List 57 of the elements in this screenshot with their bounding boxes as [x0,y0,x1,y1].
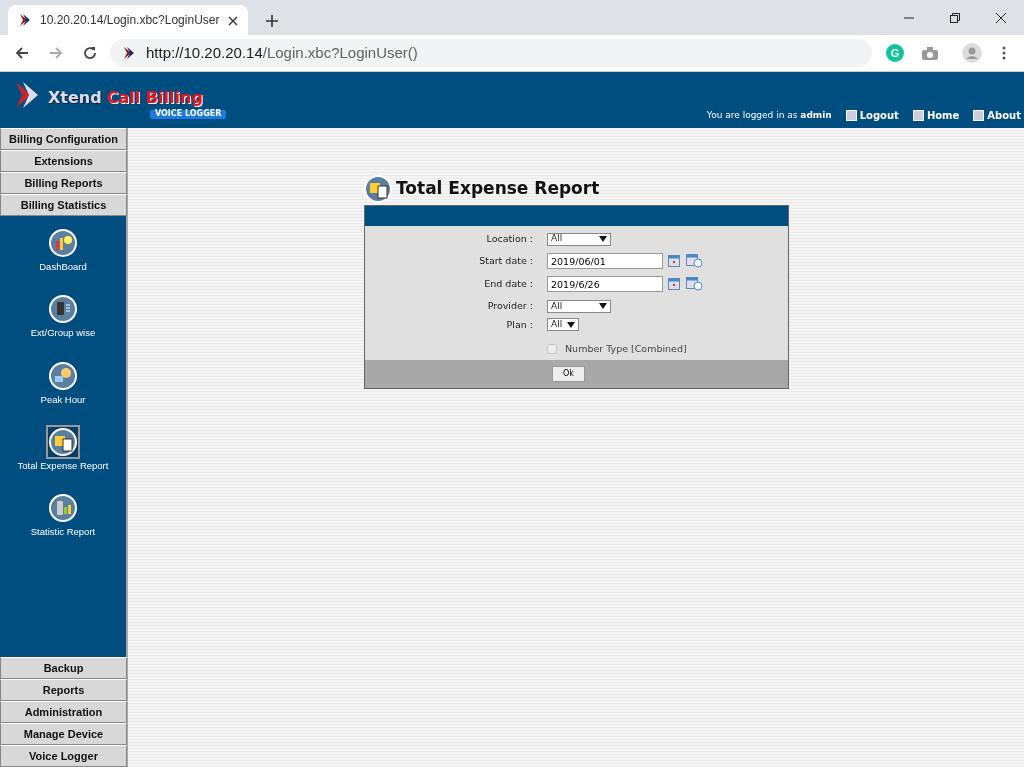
sidebar-item[interactable]: Statistic Report [30,491,96,540]
browser-tab[interactable]: 10.20.20.14/Login.xbc?LoginUser [8,5,248,35]
calendar-clock-icon[interactable] [686,277,703,292]
checkbox-label: Number Type [Combined] [565,341,687,356]
camera-icon[interactable] [922,46,938,60]
header-link[interactable]: Logout [845,108,899,123]
field-label: Plan : [505,317,534,332]
menu-button[interactable]: Billing Configuration [0,128,127,150]
dropdown[interactable]: All [547,299,611,313]
logo-text: Xtend [48,88,102,107]
page-title: Total Expense Report [396,177,600,201]
field-label: End date : [483,277,534,292]
sidebar-item[interactable]: Ext/Group wise [30,292,96,341]
menu-button[interactable]: Billing Statistics [0,194,127,216]
address-bar[interactable]: http://10.20.20.14/Login.xbc?LoginUser() [110,39,872,67]
field-label: Location : [485,232,534,246]
menu-button[interactable]: Voice Logger [0,745,127,767]
calendar-icon[interactable] [668,255,680,268]
report-icon [49,361,77,390]
plus-icon[interactable] [266,15,278,27]
avatar-icon[interactable] [962,43,982,63]
logo-brand: Call Billing [106,88,203,107]
calendar-icon[interactable] [668,278,680,291]
menu-button[interactable]: Administration [0,701,127,723]
report-icon [49,295,77,324]
menu-button[interactable]: Reports [0,679,127,701]
header-link[interactable]: Home [912,108,960,123]
report-icon [49,494,77,522]
sidebar-item[interactable]: DashBoard [39,226,87,275]
logo-subtitle: VOICE LOGGER [150,110,227,119]
dropdown[interactable]: All [547,232,611,246]
menu-icon[interactable] [1002,46,1006,60]
menu-button[interactable]: Backup [0,657,127,679]
field-label: Provider : [486,299,534,314]
header-link[interactable]: About [973,108,1021,123]
caret-icon [599,303,607,310]
date-field[interactable]: 2019/06/01 [547,253,663,270]
date-field[interactable]: 2019/6/26 [547,276,663,293]
caret-icon [599,236,607,243]
ok-button[interactable]: Ok [552,366,585,382]
menu-button[interactable]: Manage Device [0,723,127,745]
report-icon [49,229,77,257]
chevron-logo-icon [122,46,136,60]
menu-button[interactable]: Extensions [0,150,127,172]
menu-button[interactable]: Billing Reports [0,172,127,194]
chevron-logo-icon [18,13,32,27]
login-status: You are logged in as admin [706,108,832,122]
dropdown[interactable]: All [547,318,579,332]
report-icon [49,427,77,456]
tab-title: 10.20.20.14/Login.xbc?LoginUser [40,12,220,29]
sidebar-item[interactable]: Total Expense Report [17,424,109,473]
url-text: http://10.20.20.14/Login.xbc?LoginUser() [146,42,418,63]
sidebar-item[interactable]: Peak Hour [40,358,86,407]
field-label: Start date : [478,254,534,269]
calendar-clock-icon[interactable] [686,254,703,269]
caret-icon [567,321,575,328]
report-icon [364,175,392,203]
